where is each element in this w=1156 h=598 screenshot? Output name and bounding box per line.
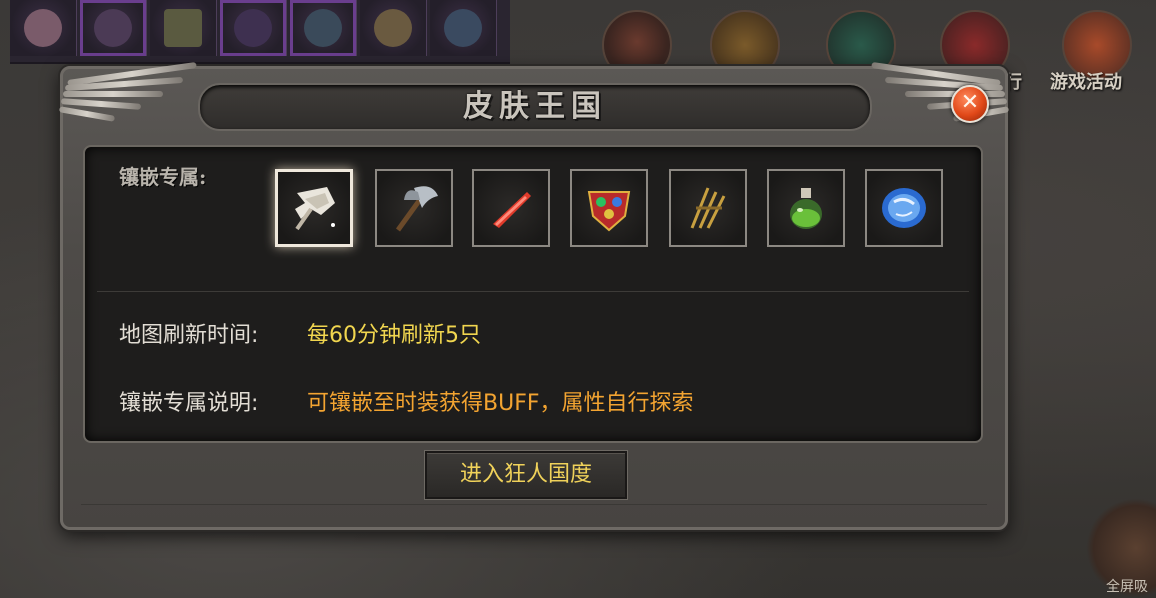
inventory-slot[interactable]: [360, 0, 427, 56]
red-blade-icon: [493, 192, 531, 228]
inventory-slot[interactable]: [290, 0, 357, 56]
title-bar: 皮肤王国: [198, 83, 872, 131]
bottom-strip: [81, 504, 987, 515]
description-label: 镶嵌专属说明:: [119, 391, 259, 416]
item-slot-gem-shield[interactable]: [570, 169, 648, 247]
content-panel: 镶嵌专属: 地图刷新时间: 每60分钟刷新5只 镶嵌专属说明: 可镶嵌至时装获得…: [83, 145, 983, 443]
item-slot-blue-orb[interactable]: [865, 169, 943, 247]
dialog-title: 皮肤王国: [463, 89, 607, 124]
refresh-value: 每60分钟刷新5只: [307, 323, 481, 348]
inventory-slot[interactable]: [220, 0, 287, 56]
divider: [97, 291, 969, 292]
item-slot-battle-axe[interactable]: [375, 169, 453, 247]
blue-orb-icon: [882, 188, 926, 228]
inventory-slot[interactable]: [430, 0, 497, 56]
item-slot-winged-axe[interactable]: [275, 169, 353, 247]
skin-kingdom-dialog: 皮肤王国 ✕ 镶嵌专属: 地图刷新时间: 每60分钟刷新5只 镶嵌专属说明: 可…: [57, 61, 1011, 530]
close-x-icon: ✕: [960, 90, 980, 115]
enter-button[interactable]: 进入狂人国度: [424, 450, 628, 500]
corner-label: 全屏吸: [1106, 579, 1148, 595]
item-slot-red-blade[interactable]: [472, 169, 550, 247]
item-slot-green-potion[interactable]: [767, 169, 845, 247]
battle-axe-icon: [395, 186, 438, 232]
golden-claw-icon: [690, 187, 726, 229]
slots-label: 镶嵌专属:: [119, 165, 207, 189]
wing-ornament-icon: [861, 61, 1011, 133]
inventory-bar: [10, 0, 510, 64]
green-potion-icon: [790, 188, 822, 229]
inventory-slot[interactable]: [80, 0, 147, 56]
inventory-slot[interactable]: [150, 0, 217, 56]
wing-ornament-icon: [57, 61, 207, 133]
winged-axe-icon: [295, 187, 335, 231]
refresh-label: 地图刷新时间:: [119, 323, 259, 348]
close-button[interactable]: ✕: [951, 85, 989, 123]
gem-shield-icon: [587, 191, 631, 232]
description-value: 可镶嵌至时装获得BUFF，属性自行探索: [307, 391, 694, 416]
item-slot-golden-claw[interactable]: [669, 169, 747, 247]
activity-label: 游戏活动: [1050, 72, 1122, 93]
inventory-slot[interactable]: [10, 0, 77, 56]
